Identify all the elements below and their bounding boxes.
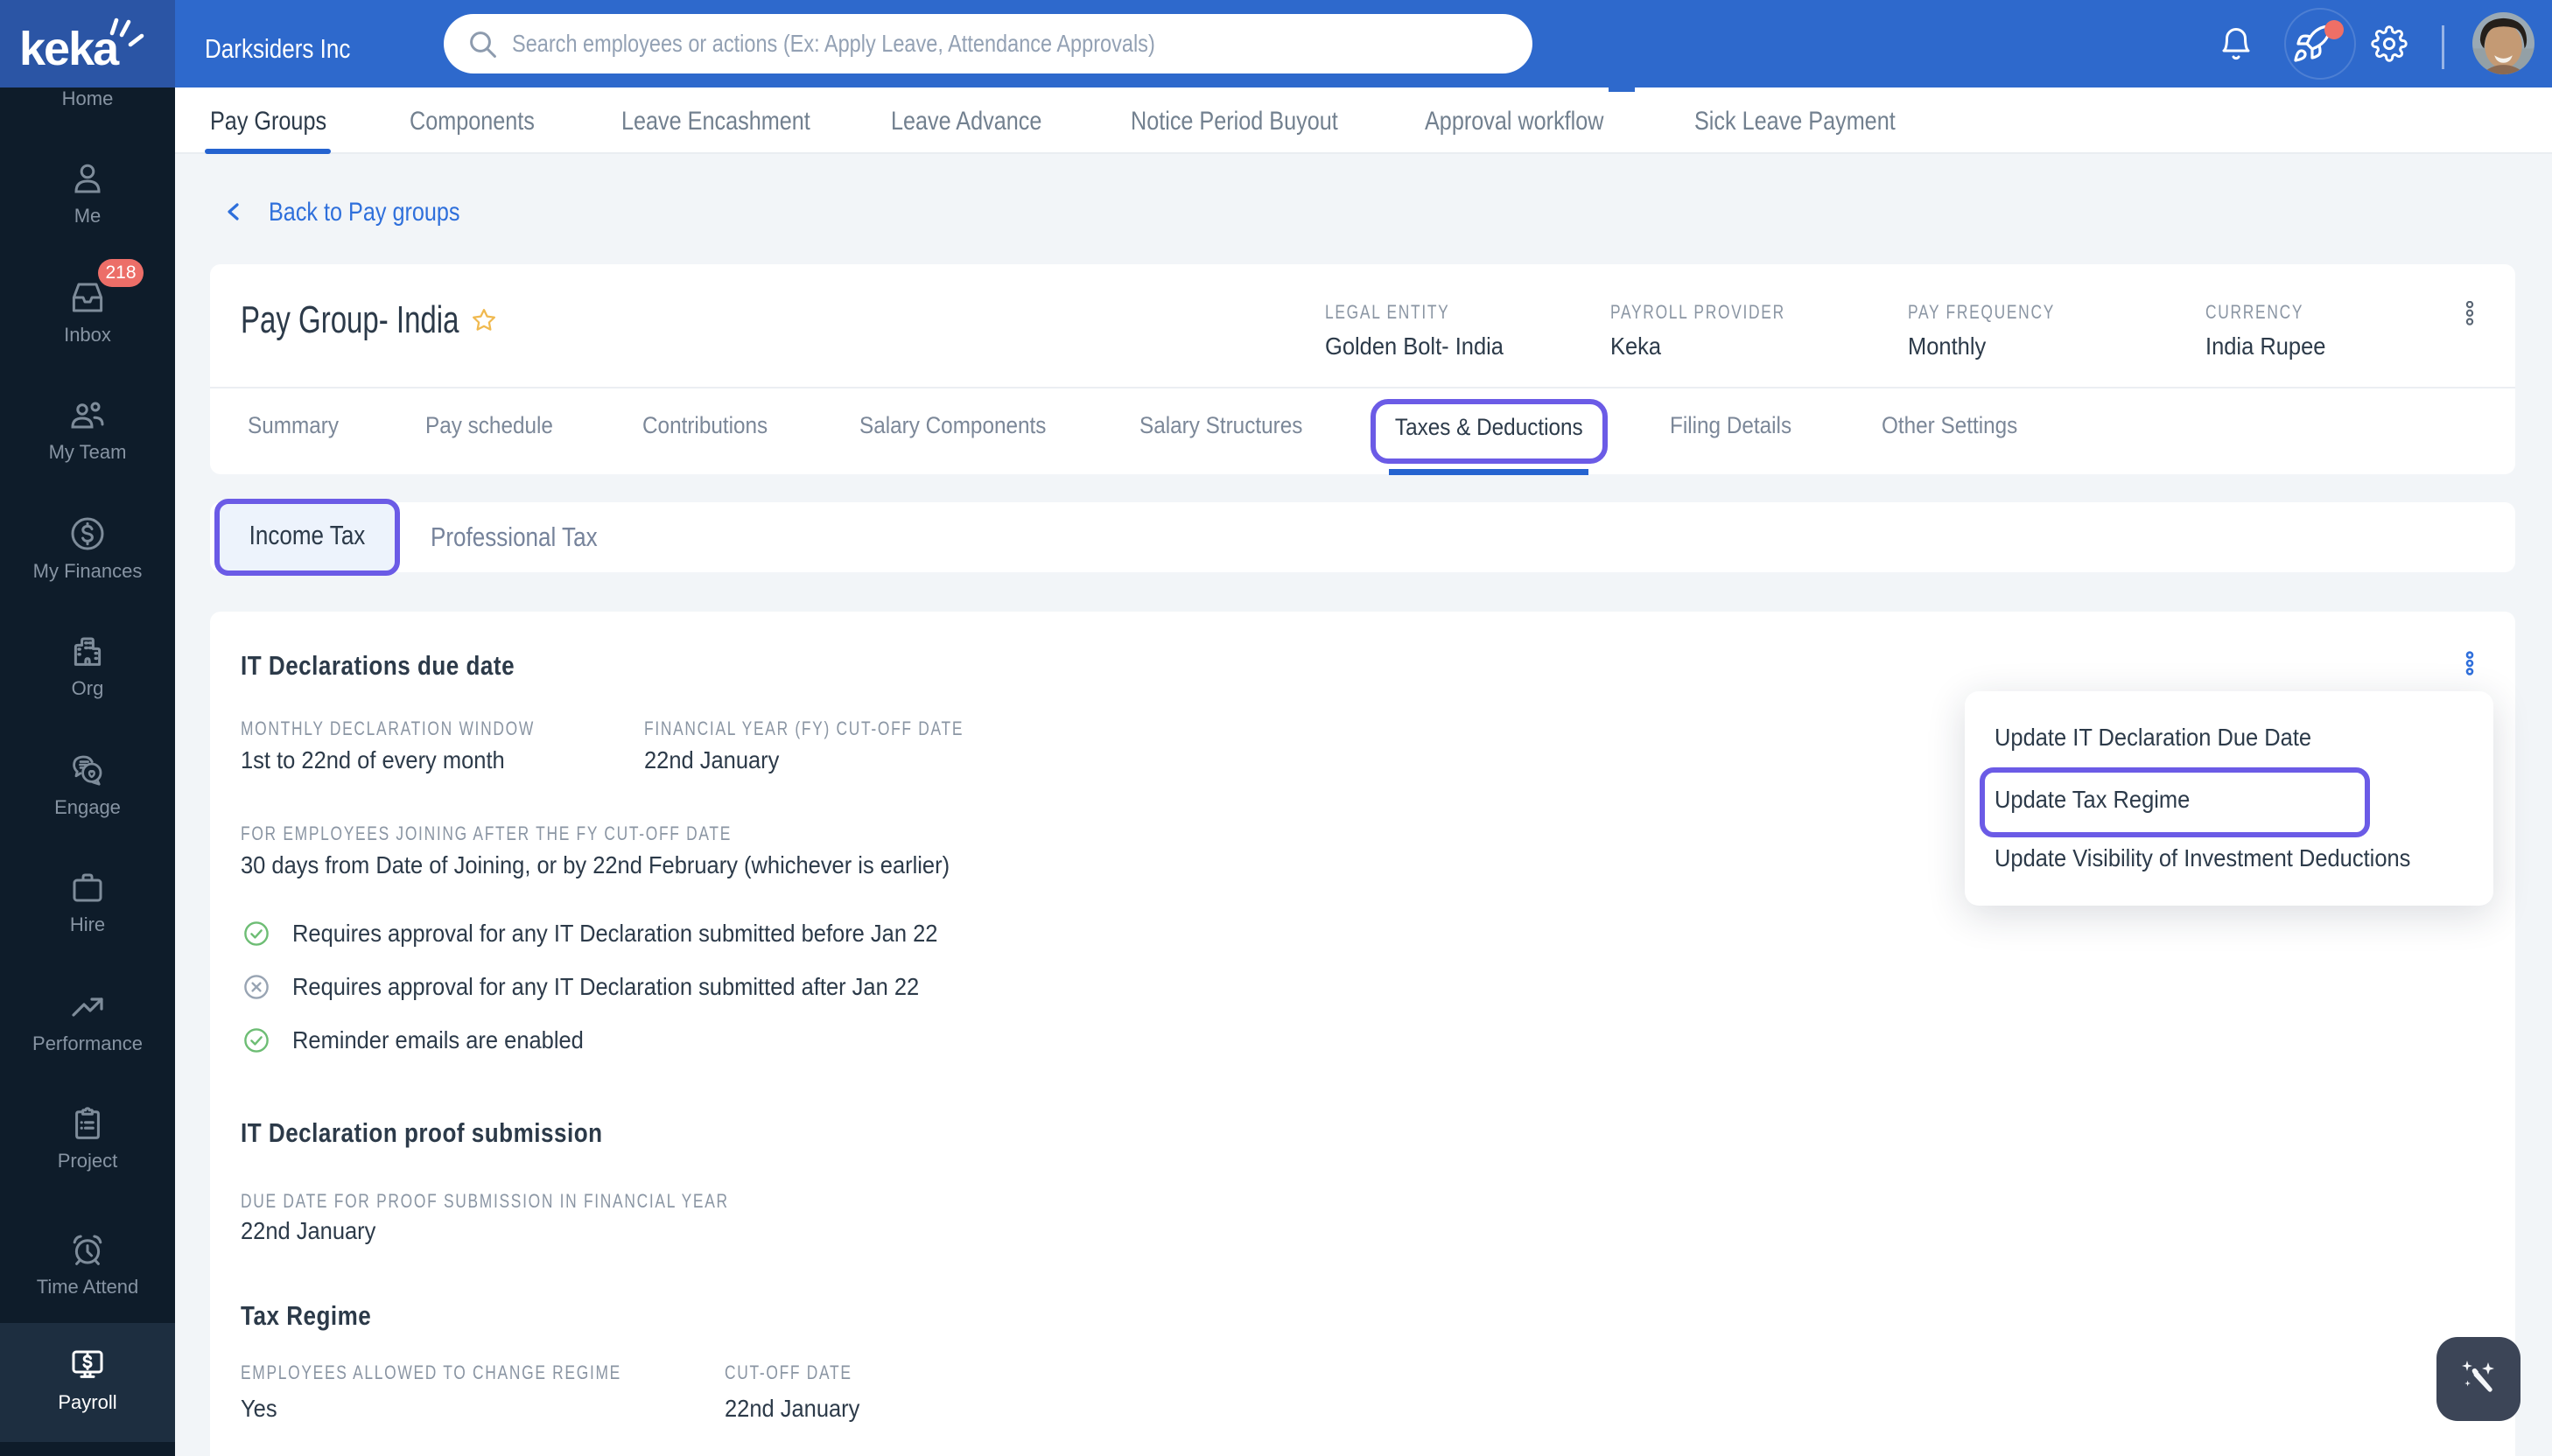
svg-text:keka: keka bbox=[19, 23, 120, 75]
